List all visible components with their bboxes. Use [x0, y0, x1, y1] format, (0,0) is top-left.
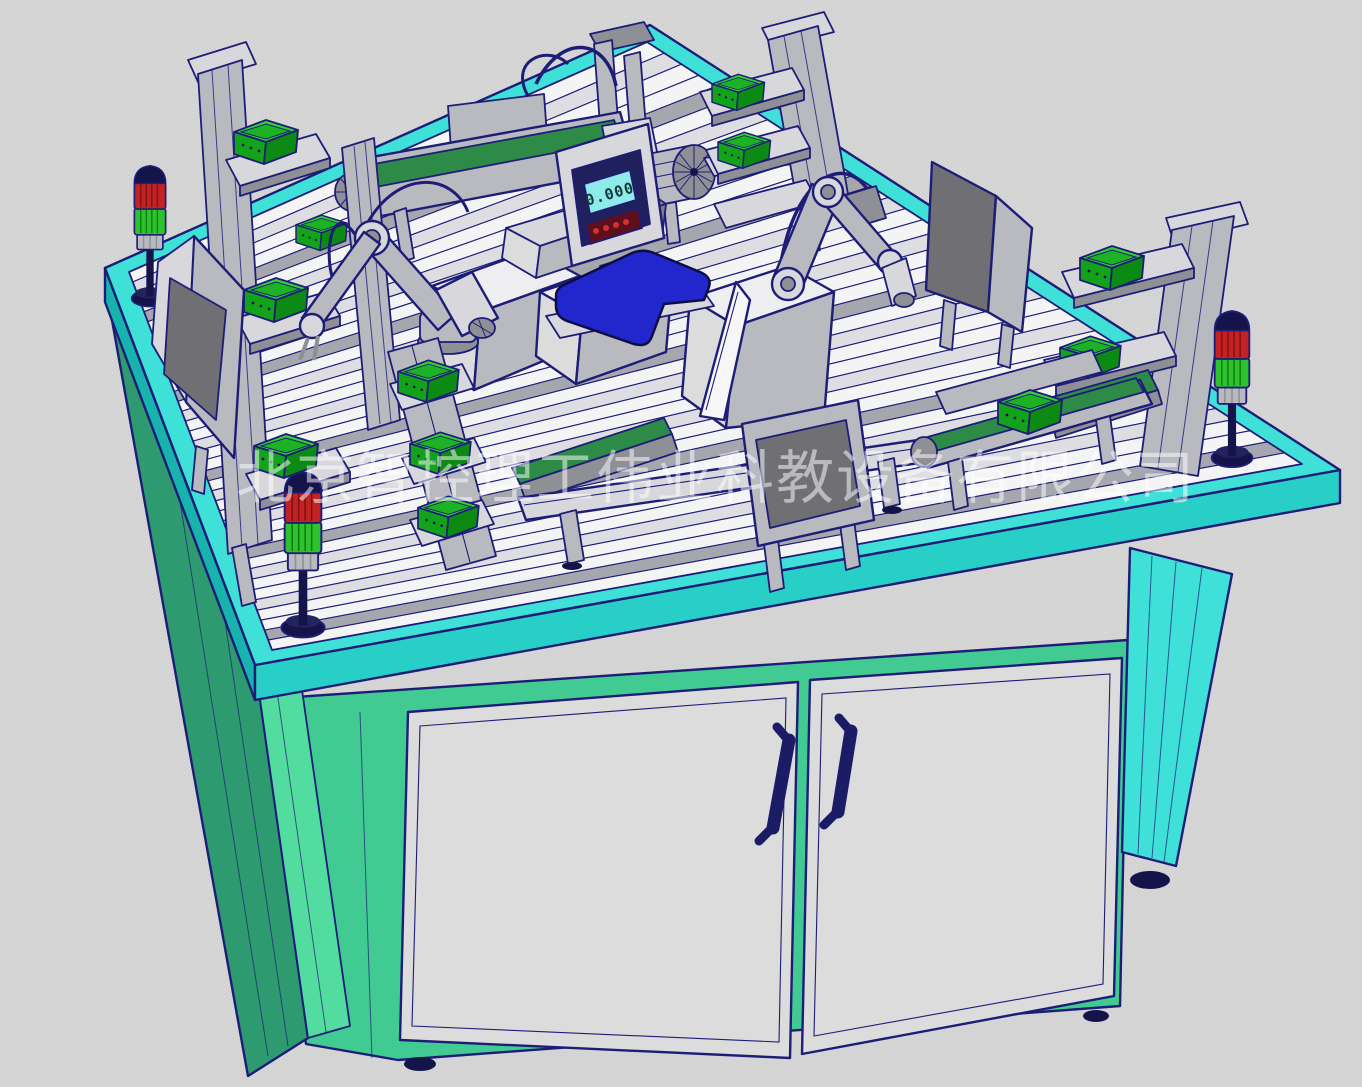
robot-elbow-hub — [821, 185, 835, 199]
cabinet-door-left[interactable] — [400, 682, 798, 1058]
cabinet-door-right[interactable] — [802, 658, 1122, 1054]
robot-wrist-joint — [300, 314, 324, 338]
watermark-text: 北京智控理工伟业科教设备有限公司 — [236, 444, 1196, 512]
indicator-button[interactable] — [623, 219, 629, 225]
beam-foot — [562, 562, 582, 570]
cabinet-foot-right — [1130, 871, 1170, 889]
indicator-button[interactable] — [593, 228, 599, 234]
cabinet-foot-front — [1083, 1010, 1109, 1022]
fan-hub — [690, 168, 698, 176]
indicator-button[interactable] — [603, 225, 609, 231]
effector-tip — [894, 293, 914, 307]
cabinet-foot-left — [404, 1057, 436, 1071]
training-workbench-render: 0.000 — [0, 0, 1362, 1087]
indicator-button[interactable] — [613, 222, 619, 228]
cad-render-canvas: 0.000 — [0, 0, 1362, 1087]
robot-shoulder-hub — [781, 277, 795, 291]
